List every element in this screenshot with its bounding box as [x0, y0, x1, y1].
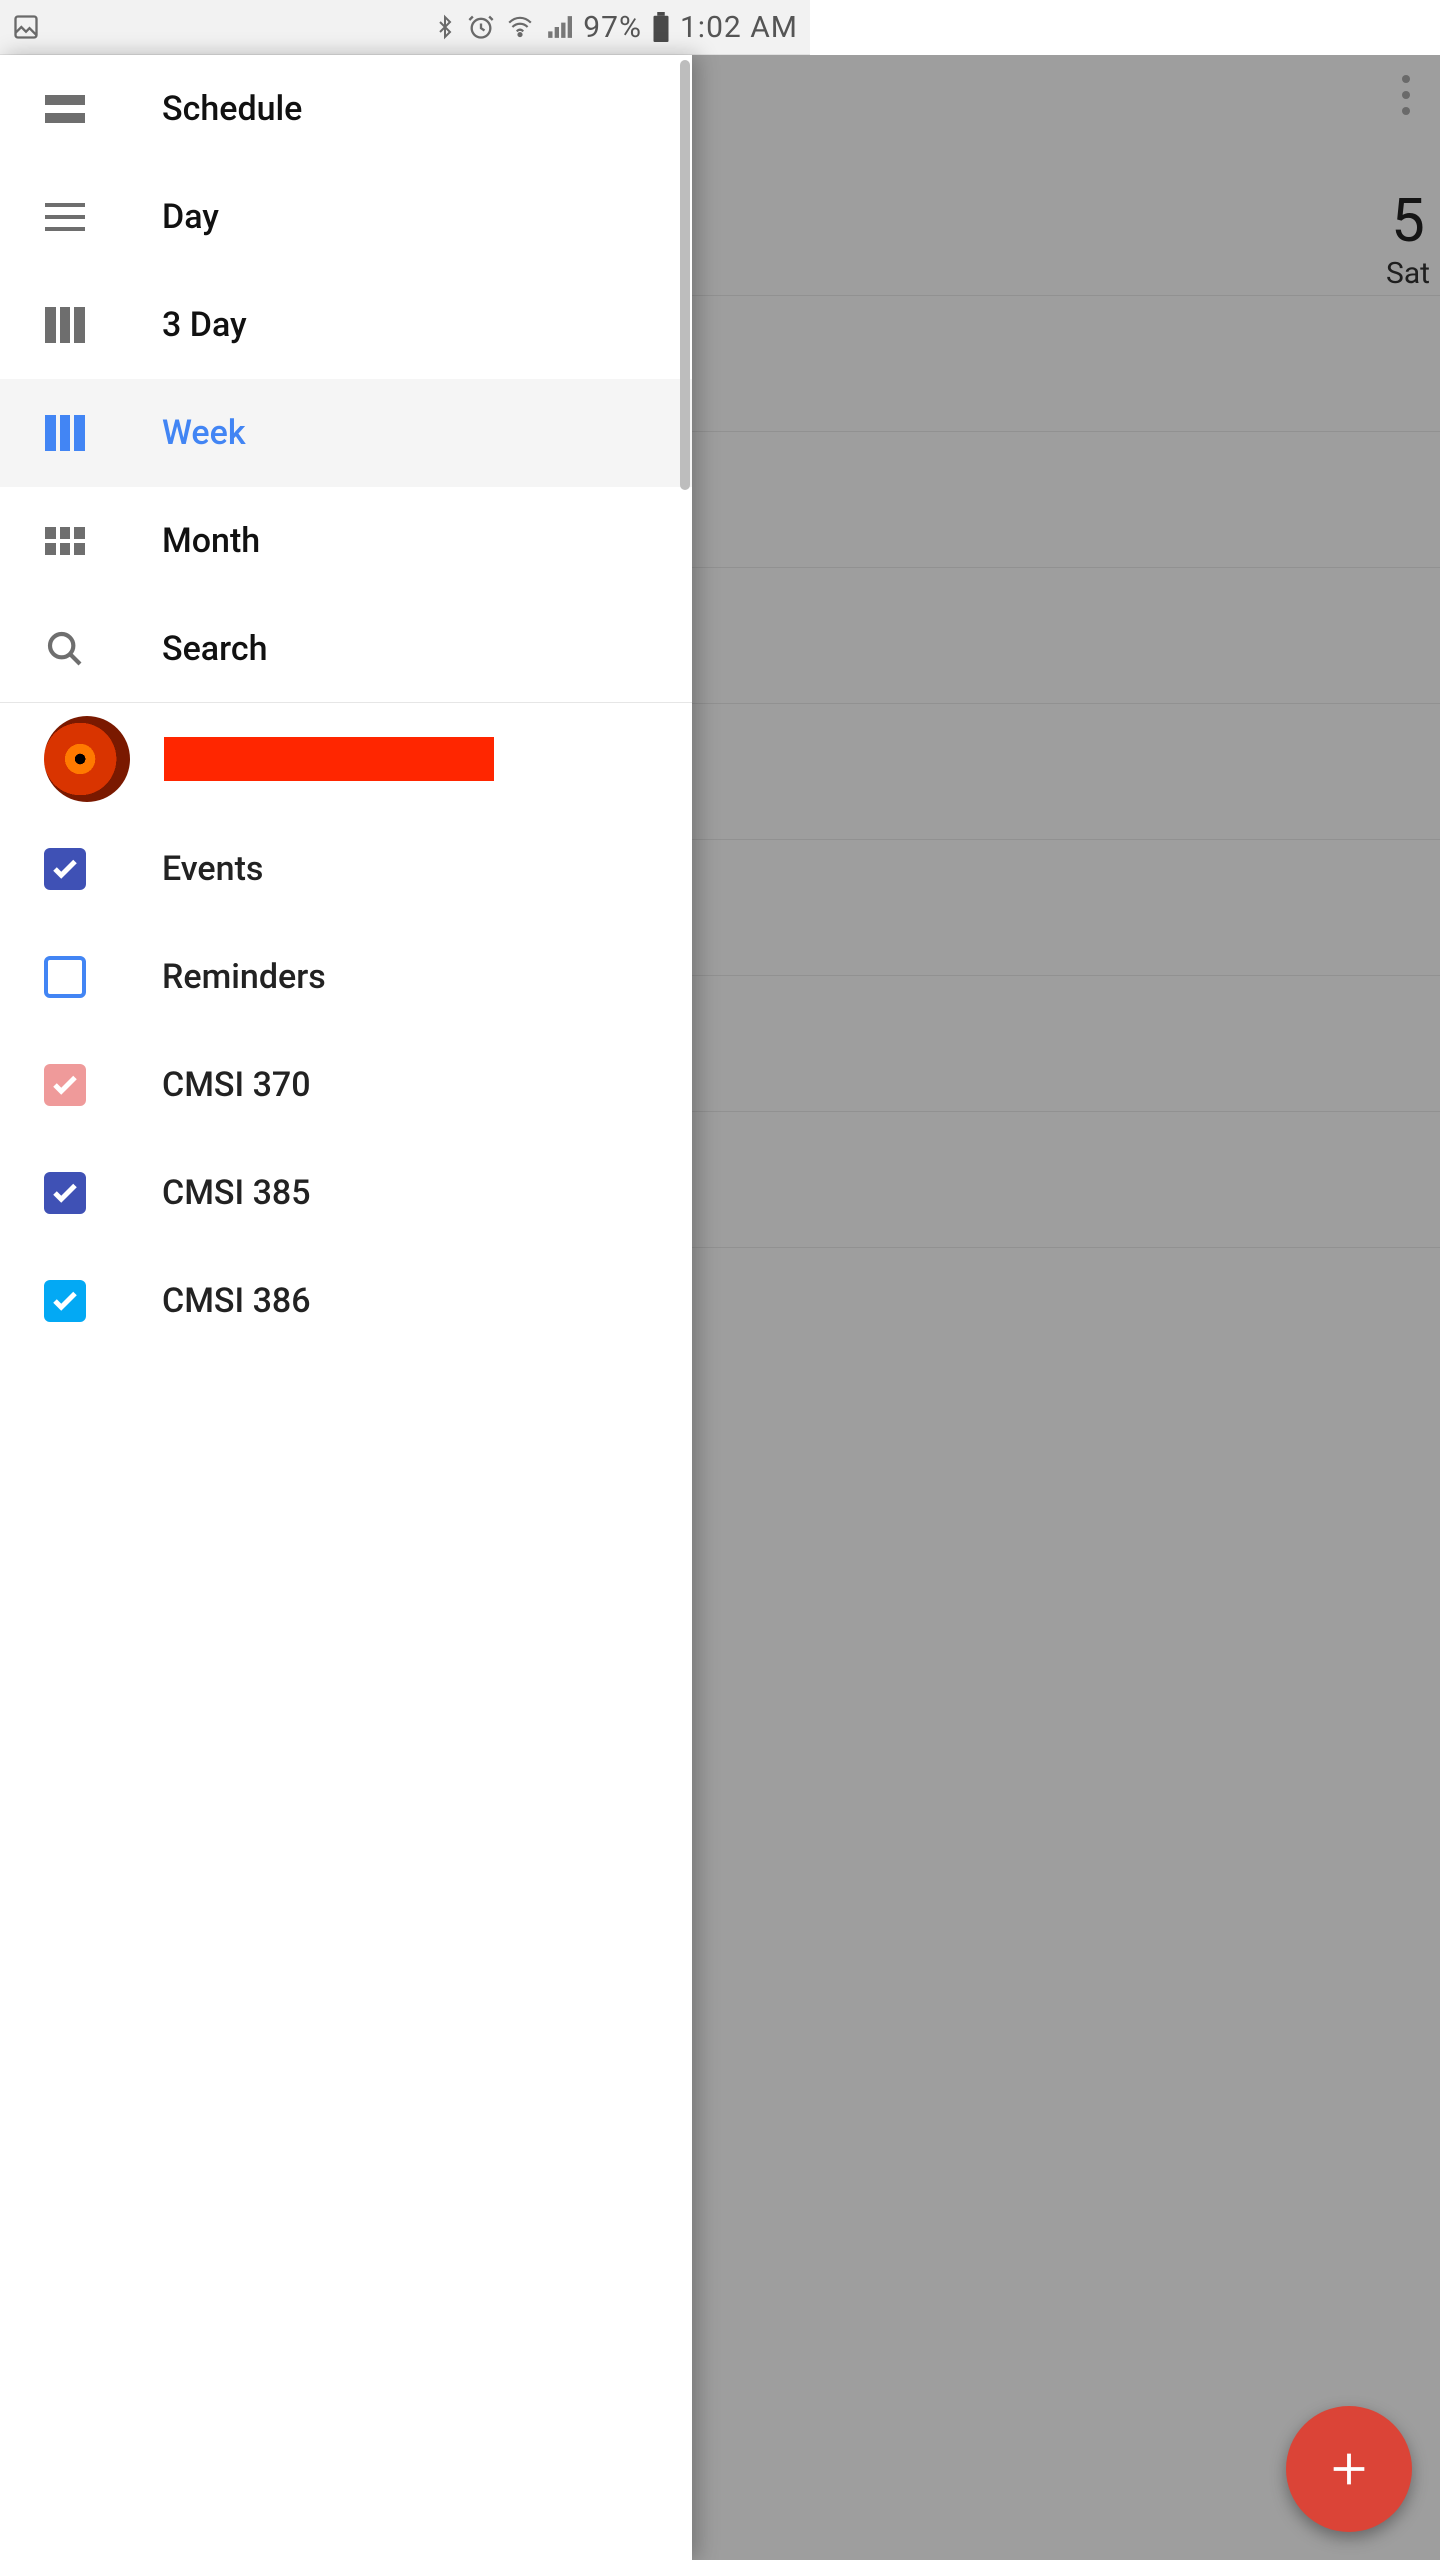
calendar-toggle-cmsi385[interactable]: CMSI 385	[0, 1139, 692, 1247]
calendar-label: CMSI 370	[162, 1065, 311, 1105]
view-label: Day	[162, 197, 219, 237]
wifi-icon	[505, 14, 535, 40]
account-name-redacted	[164, 737, 494, 781]
calendar-toggle-cmsi386[interactable]: CMSI 386	[0, 1247, 692, 1355]
battery-percent: 97%	[583, 10, 642, 45]
view-label: Search	[162, 629, 267, 669]
checkbox-icon[interactable]	[44, 1172, 86, 1214]
view-label: Schedule	[162, 89, 302, 129]
view-label: 3 Day	[162, 305, 247, 345]
checkbox-icon[interactable]	[44, 956, 86, 998]
status-left	[12, 13, 40, 41]
calendar-label: CMSI 385	[162, 1173, 311, 1213]
calendar-toggle-reminders[interactable]: Reminders	[0, 923, 692, 1031]
day-icon	[44, 196, 86, 238]
navigation-drawer: Schedule Day 3 Day Week Month Search	[0, 55, 692, 2560]
overflow-menu-button[interactable]	[1402, 75, 1410, 115]
signal-icon	[545, 14, 573, 40]
battery-icon	[652, 12, 670, 42]
view-3day[interactable]: 3 Day	[0, 271, 692, 379]
add-event-fab[interactable]	[1286, 2406, 1412, 2532]
view-day[interactable]: Day	[0, 163, 692, 271]
bluetooth-icon	[433, 12, 457, 42]
view-month[interactable]: Month	[0, 487, 692, 595]
plus-icon	[1326, 2446, 1372, 2492]
month-icon	[44, 520, 86, 562]
status-right: 97% 1:02 AM	[433, 10, 798, 45]
calendar-toggle-cmsi370[interactable]: CMSI 370	[0, 1031, 692, 1139]
calendar-label: Events	[162, 849, 263, 889]
view-schedule[interactable]: Schedule	[0, 55, 692, 163]
search-icon	[44, 628, 86, 670]
drawer-scrollbar[interactable]	[680, 60, 690, 490]
checkbox-icon[interactable]	[44, 1280, 86, 1322]
view-search[interactable]: Search	[0, 595, 692, 703]
week-icon	[44, 412, 86, 454]
calendar-gridlines	[680, 295, 1440, 2560]
view-week[interactable]: Week	[0, 379, 692, 487]
checkbox-icon[interactable]	[44, 1064, 86, 1106]
checkbox-icon[interactable]	[44, 848, 86, 890]
schedule-icon	[44, 88, 86, 130]
calendar-label: CMSI 386	[162, 1281, 311, 1321]
three-day-icon	[44, 304, 86, 346]
view-label: Week	[162, 413, 246, 453]
account-row[interactable]	[0, 703, 692, 815]
avatar	[44, 716, 130, 802]
image-icon	[12, 13, 40, 41]
view-label: Month	[162, 521, 260, 561]
status-bar: 97% 1:02 AM	[0, 0, 810, 55]
alarm-icon	[467, 13, 495, 41]
calendar-label: Reminders	[162, 957, 326, 997]
calendar-toggle-events[interactable]: Events	[0, 815, 692, 923]
clock-time: 1:02 AM	[680, 10, 798, 45]
